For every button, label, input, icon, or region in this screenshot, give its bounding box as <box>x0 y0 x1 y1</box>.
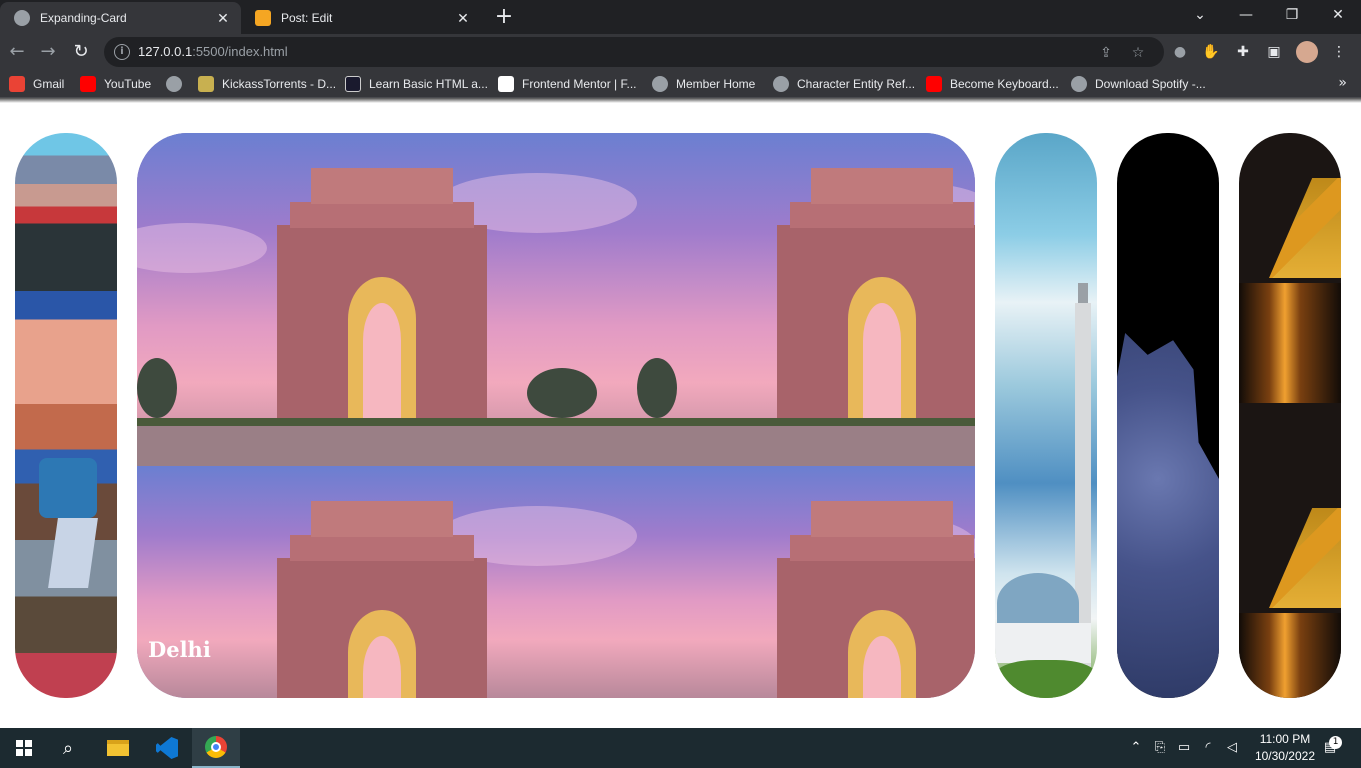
close-tab-icon[interactable]: ✕ <box>455 10 471 26</box>
kickass-icon <box>198 76 214 92</box>
battery-icon[interactable]: ▭ <box>1174 728 1194 768</box>
share-icon[interactable]: ⇪ <box>1096 43 1116 63</box>
close-tab-icon[interactable]: ✕ <box>215 10 231 26</box>
bookmark-character-entity[interactable]: Character Entity Ref... <box>773 75 915 93</box>
card-image-detail <box>1117 333 1219 698</box>
youtube-icon <box>926 76 942 92</box>
profile-avatar[interactable] <box>1296 41 1318 63</box>
bookmarks-overflow-icon[interactable]: » <box>1338 75 1347 91</box>
card-label: Delhi <box>148 637 211 662</box>
card-image-detail <box>1269 178 1341 278</box>
chrome-icon[interactable] <box>192 728 240 768</box>
card-image-detail <box>39 458 97 518</box>
back-icon[interactable]: ← <box>4 39 30 65</box>
volume-icon[interactable]: ◁ <box>1222 728 1242 768</box>
card-image-detail <box>995 623 1091 663</box>
globe-icon <box>773 76 789 92</box>
card-mosque[interactable] <box>995 133 1097 698</box>
card-image-detail <box>1239 283 1341 403</box>
card-slum[interactable] <box>15 133 117 698</box>
bookmark-frontend-mentor[interactable]: Frontend Mentor | F... <box>498 75 637 93</box>
card-image-tile <box>137 133 637 466</box>
notification-icon[interactable]: ▤ 1 <box>1318 728 1343 768</box>
frontend-mentor-icon <box>498 76 514 92</box>
card-night-sky[interactable] <box>1117 133 1219 698</box>
address-bar[interactable]: i 127.0.0.1:5500/index.html ⇪ ☆ <box>104 37 1164 67</box>
new-tab-button[interactable]: + <box>491 5 517 31</box>
window-controls: ⌄ — ❐ ✕ <box>1177 0 1361 30</box>
tab-post-edit[interactable]: Post: Edit ✕ <box>241 2 481 34</box>
bookmark-kickass[interactable]: KickassTorrents - D... <box>198 75 336 93</box>
gmail-icon <box>9 76 25 92</box>
tab-title: Expanding-Card <box>40 11 127 25</box>
tab-strip: Expanding-Card ✕ Post: Edit ✕ + ⌄ — ❐ ✕ <box>0 0 1361 34</box>
restore-icon[interactable]: ❐ <box>1269 0 1315 30</box>
notification-badge: 1 <box>1329 736 1343 749</box>
menu-icon[interactable]: ⋮ <box>1329 42 1349 62</box>
freecodecamp-icon <box>345 76 361 92</box>
bookmark-spotify[interactable]: Download Spotify -... <box>1071 75 1206 93</box>
bookmark-globe[interactable] <box>166 75 190 93</box>
minimize-icon[interactable]: — <box>1223 0 1269 30</box>
close-window-icon[interactable]: ✕ <box>1315 0 1361 30</box>
bookmark-learn-html[interactable]: Learn Basic HTML a... <box>345 75 488 93</box>
tray-overflow-icon[interactable]: ⌃ <box>1126 728 1146 768</box>
wifi-icon[interactable]: ◜ <box>1198 728 1218 768</box>
card-image-tile <box>637 133 975 466</box>
globe-icon <box>1071 76 1087 92</box>
browser-toolbar: ← → ↻ i 127.0.0.1:5500/index.html ⇪ ☆ ● … <box>0 34 1361 70</box>
site-info-icon[interactable]: i <box>114 44 130 60</box>
reload-icon[interactable]: ↻ <box>68 39 94 65</box>
device-icon[interactable]: ⎘ <box>1150 728 1170 768</box>
bookmark-star-icon[interactable]: ☆ <box>1128 43 1148 63</box>
extension-icon[interactable]: ● <box>1170 42 1190 62</box>
bookmark-member-home[interactable]: Member Home <box>652 75 755 93</box>
file-explorer-icon[interactable] <box>94 728 142 768</box>
taskbar: ⌕ ⌃ ⎘ ▭ ◜ ◁ 11:00 PM 10/30/2022 ▤ 1 <box>0 728 1361 768</box>
tab-expanding-card[interactable]: Expanding-Card ✕ <box>0 2 241 34</box>
youtube-icon <box>80 76 96 92</box>
bookmarks-bar: Gmail YouTube KickassTorrents - D... Lea… <box>0 70 1361 98</box>
clock-time: 11:00 PM <box>1259 732 1311 746</box>
side-panel-icon[interactable]: ▣ <box>1264 42 1284 62</box>
blogger-icon <box>255 10 271 26</box>
card-bridge[interactable] <box>1239 133 1341 698</box>
forward-icon[interactable]: → <box>35 39 61 65</box>
system-clock[interactable]: 11:00 PM 10/30/2022 <box>1255 731 1315 765</box>
card-image-tile <box>637 466 975 698</box>
globe-icon <box>166 76 182 92</box>
tab-title: Post: Edit <box>281 11 333 25</box>
search-icon[interactable]: ⌕ <box>44 728 92 768</box>
bookmark-youtube[interactable]: YouTube <box>80 75 151 93</box>
clock-date: 10/30/2022 <box>1254 749 1315 763</box>
card-delhi[interactable]: Delhi <box>137 133 975 698</box>
card-image-tile <box>137 466 637 698</box>
start-button[interactable] <box>0 728 48 768</box>
globe-icon <box>14 10 30 26</box>
adblock-icon[interactable]: ✋ <box>1201 42 1221 62</box>
windows-icon <box>16 740 32 756</box>
tab-search-icon[interactable]: ⌄ <box>1177 0 1223 30</box>
vscode-icon[interactable] <box>143 728 191 768</box>
globe-icon <box>652 76 668 92</box>
extensions-puzzle-icon[interactable]: ✚ <box>1233 42 1253 62</box>
card-image-detail <box>995 660 1097 698</box>
card-image-detail <box>48 518 98 588</box>
bookmark-gmail[interactable]: Gmail <box>9 75 64 93</box>
card-image-detail <box>1239 613 1341 698</box>
card-image-detail <box>1269 508 1341 608</box>
bookmark-keyboard[interactable]: Become Keyboard... <box>926 75 1059 93</box>
address-url: 127.0.0.1:5500/index.html <box>138 44 288 59</box>
toolbar-shadow <box>0 98 1361 103</box>
